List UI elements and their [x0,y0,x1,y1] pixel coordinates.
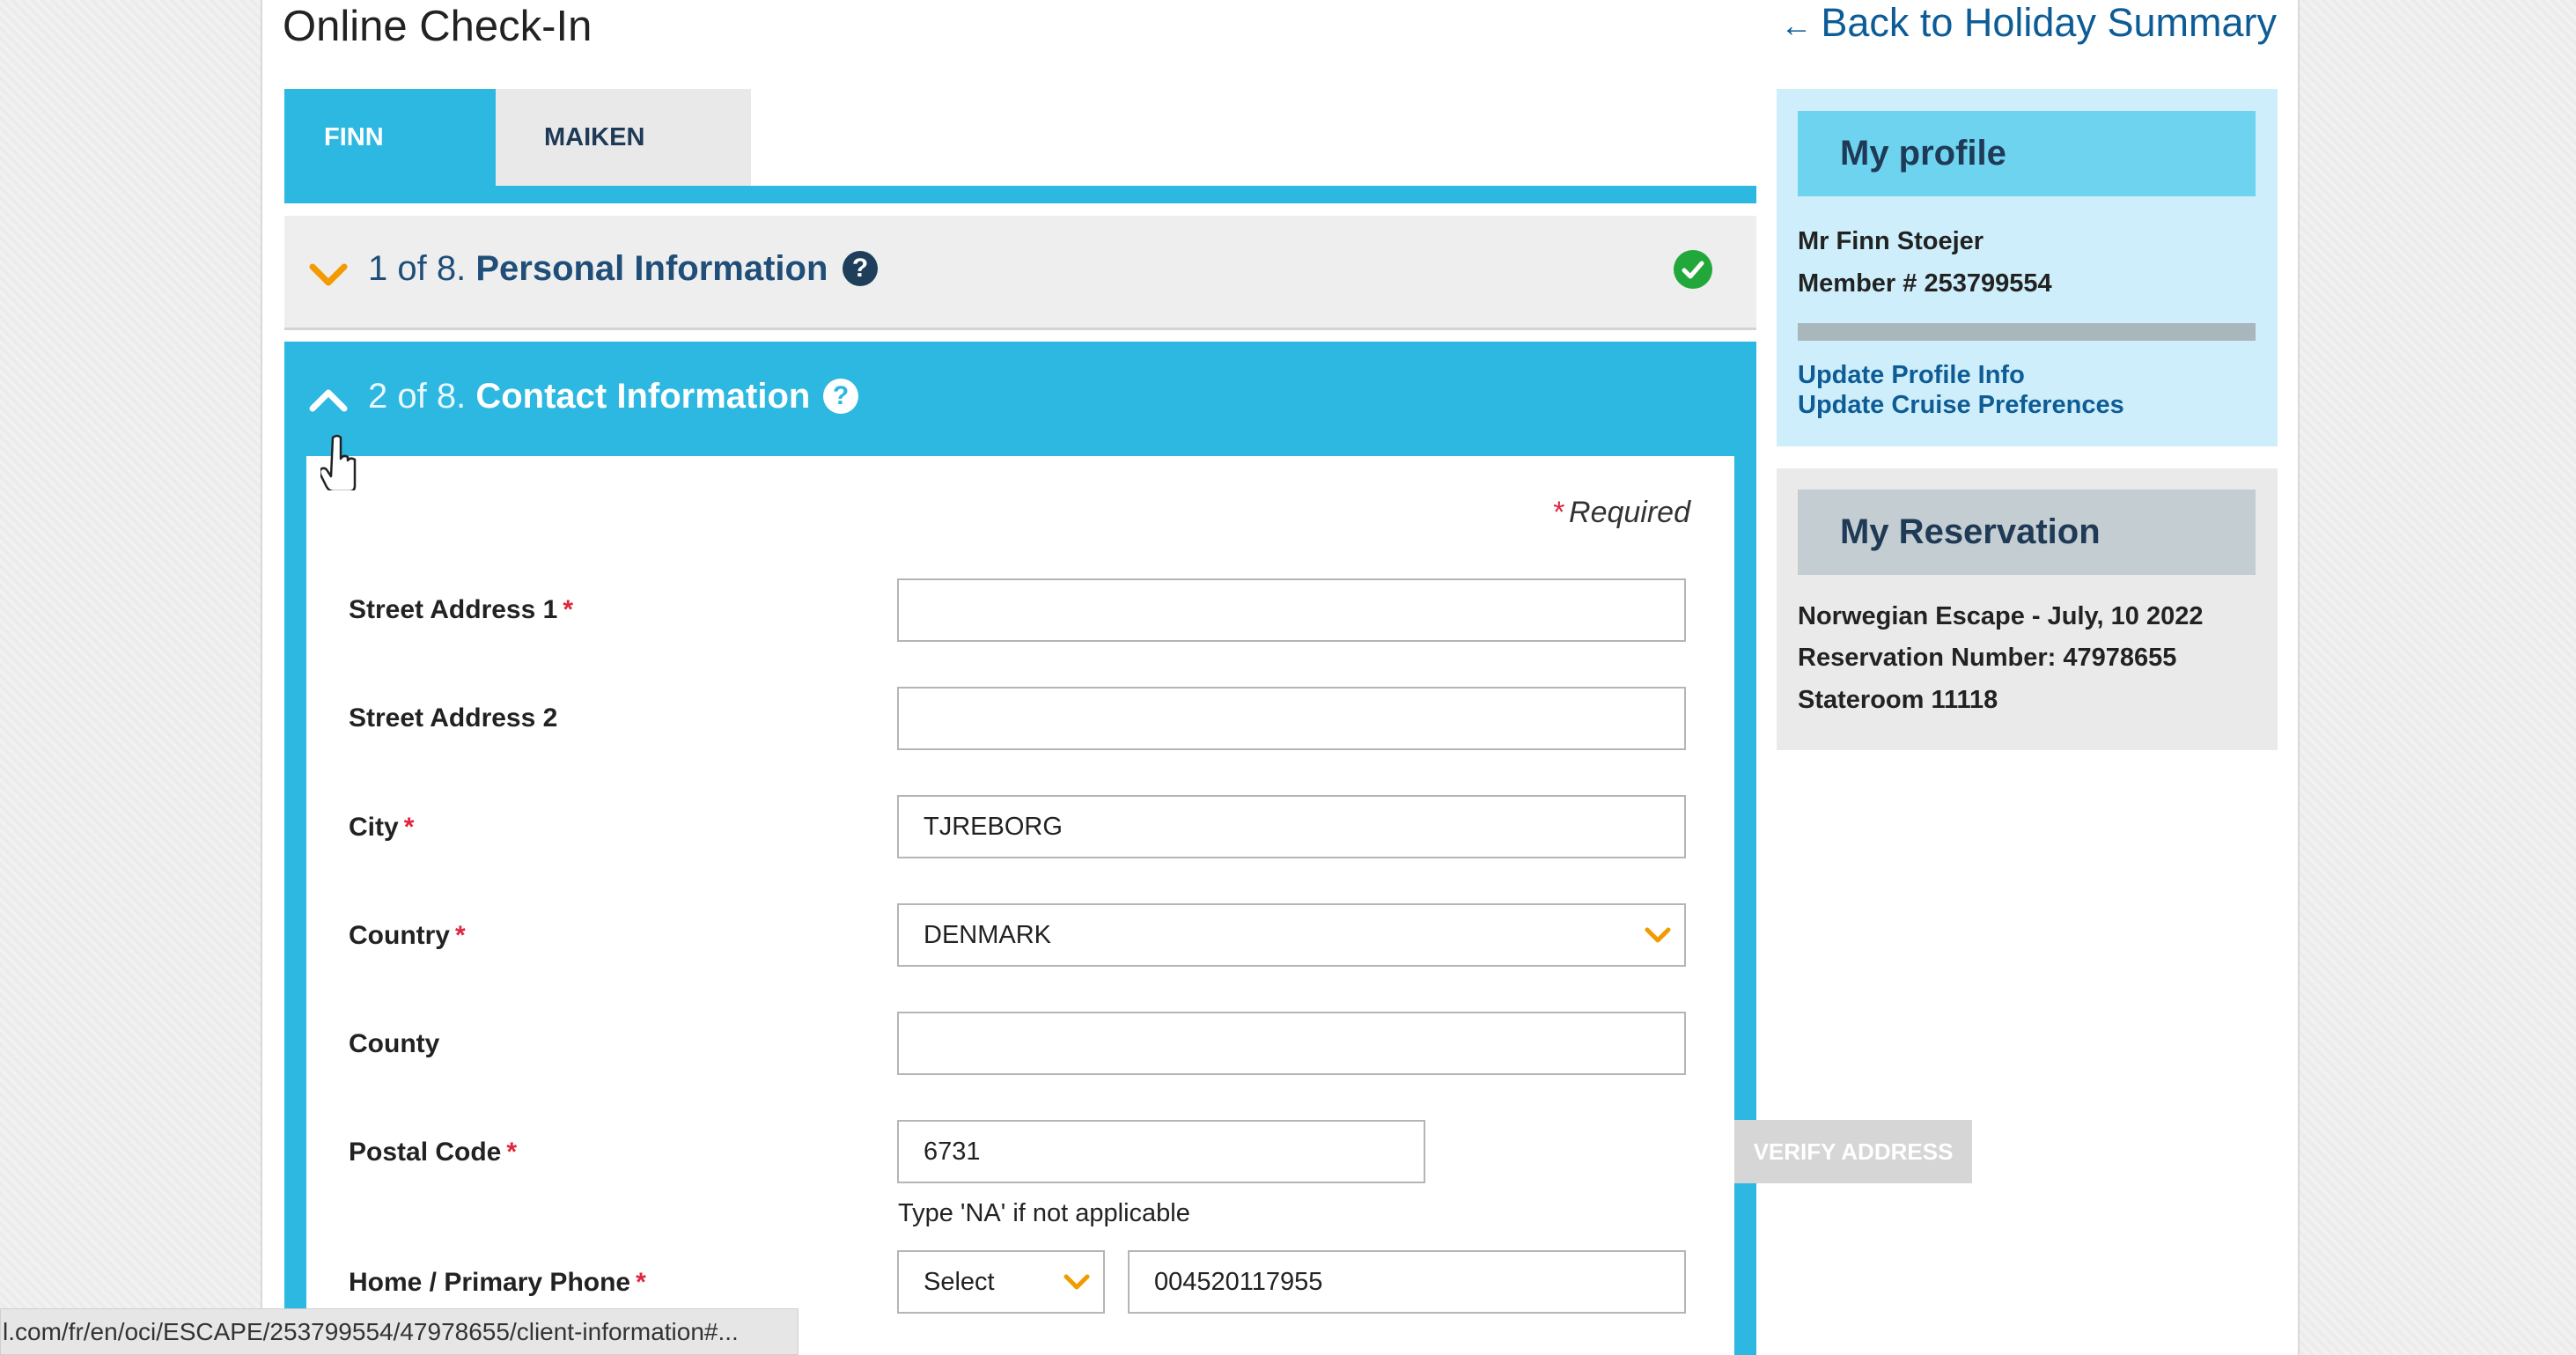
county-label: County [349,1029,439,1059]
back-to-holiday-summary-link[interactable]: ← Back to Holiday Summary [1780,0,2277,46]
chevron-up-icon [309,389,348,412]
section-contact-information: 2 of 8. Contact Information ? * Required … [284,342,1972,1355]
postal-code-label: Postal Code * [349,1138,517,1167]
back-arrow-icon: ← [1780,7,1813,43]
country-select-value: DENMARK [924,921,1052,949]
tab-finn[interactable]: FINN [284,89,496,186]
section-contact-header[interactable]: 2 of 8. Contact Information ? [284,342,1756,456]
street-address-1-input[interactable] [897,578,1686,642]
field-label-text: Postal Code [349,1138,502,1167]
required-star: * [506,1138,518,1167]
help-icon[interactable]: ? [843,251,878,286]
field-label-text: Street Address 1 [349,595,558,624]
update-cruise-preferences-link[interactable]: Update Cruise Preferences [1798,391,2124,420]
home-primary-phone-label: Home / Primary Phone * [349,1268,646,1298]
country-label: Country * [349,921,466,951]
member-number: Member # 253799554 [1798,269,2052,298]
country-select[interactable]: DENMARK [897,903,1686,967]
page-title: Online Check-In [283,3,592,50]
postal-code-input[interactable]: 6731 [897,1120,1425,1183]
cruise-name: Norwegian Escape - July, 10 2022 [1798,602,2204,630]
section-heading: 2 of 8. Contact Information [368,377,810,416]
section-heading: 1 of 8. Personal Information [368,249,828,289]
field-label-text: City [349,813,399,842]
field-label-text: Home / Primary Phone [349,1268,631,1297]
my-reservation-heading: My Reservation [1798,490,2256,575]
chevron-down-icon [309,263,348,286]
required-star: * [455,921,466,950]
phone-country-code-select[interactable]: Select [897,1250,1105,1314]
guest-tabs: FINN MAIKEN [284,89,1756,203]
section-title: Personal Information [475,249,828,288]
verify-address-button[interactable]: VERIFY ADDRESS [1734,1120,1972,1183]
required-star: * [403,813,415,842]
update-profile-info-link[interactable]: Update Profile Info [1798,361,2025,390]
browser-status-bar: l.com/fr/en/oci/ESCAPE/253799554/4797865… [0,1308,799,1355]
stateroom-number: Stateroom 11118 [1798,686,1998,714]
field-label-text: Street Address 2 [349,703,558,733]
reservation-number: Reservation Number: 47978655 [1798,644,2177,672]
section-step: 1 of 8. [368,249,467,288]
my-profile-heading: My profile [1798,111,2256,196]
required-note-text: Required [1569,496,1690,529]
profile-progress-bar [1798,323,2256,341]
my-profile-panel: My profile Mr Finn Stoejer Member # 2537… [1777,89,2278,446]
chevron-down-icon [1645,927,1671,943]
required-star: * [636,1268,646,1297]
county-input[interactable] [897,1012,1686,1075]
street-address-2-input[interactable] [897,687,1686,750]
required-star: * [1551,496,1564,529]
profile-name: Mr Finn Stoejer [1798,227,1984,255]
checkin-page: Online Check-In ← Back to Holiday Summary… [261,0,2300,1355]
tab-underline [284,186,1756,203]
section-personal-information[interactable]: 1 of 8. Personal Information ? [284,216,1756,330]
required-star: * [563,595,574,624]
my-reservation-panel: My Reservation Norwegian Escape - July, … [1777,468,2278,750]
phone-code-value: Select [924,1268,995,1296]
chevron-down-icon [1064,1274,1090,1290]
field-label-text: Country [349,921,450,950]
help-icon[interactable]: ? [823,379,858,414]
section-title: Contact Information [475,377,811,416]
postal-code-hint: Type 'NA' if not applicable [898,1199,1190,1227]
section-step: 2 of 8. [368,377,467,416]
back-link-label: Back to Holiday Summary [1821,0,2277,45]
city-input[interactable]: TJREBORG [897,795,1686,858]
home-primary-phone-input[interactable]: 004520117955 [1128,1250,1686,1314]
city-label: City * [349,813,414,843]
street-address-2-label: Street Address 2 [349,703,557,733]
field-label-text: County [349,1029,440,1058]
hand-cursor-icon [320,434,357,490]
check-mark-icon [1682,261,1704,279]
tab-maiken[interactable]: MAIKEN [496,89,751,186]
street-address-1-label: Street Address 1 * [349,595,573,625]
contact-form: * Required Street Address 1 * Street Addre… [306,456,1972,1355]
check-circle-icon [1674,250,1712,289]
required-note: * Required [1552,496,1690,530]
